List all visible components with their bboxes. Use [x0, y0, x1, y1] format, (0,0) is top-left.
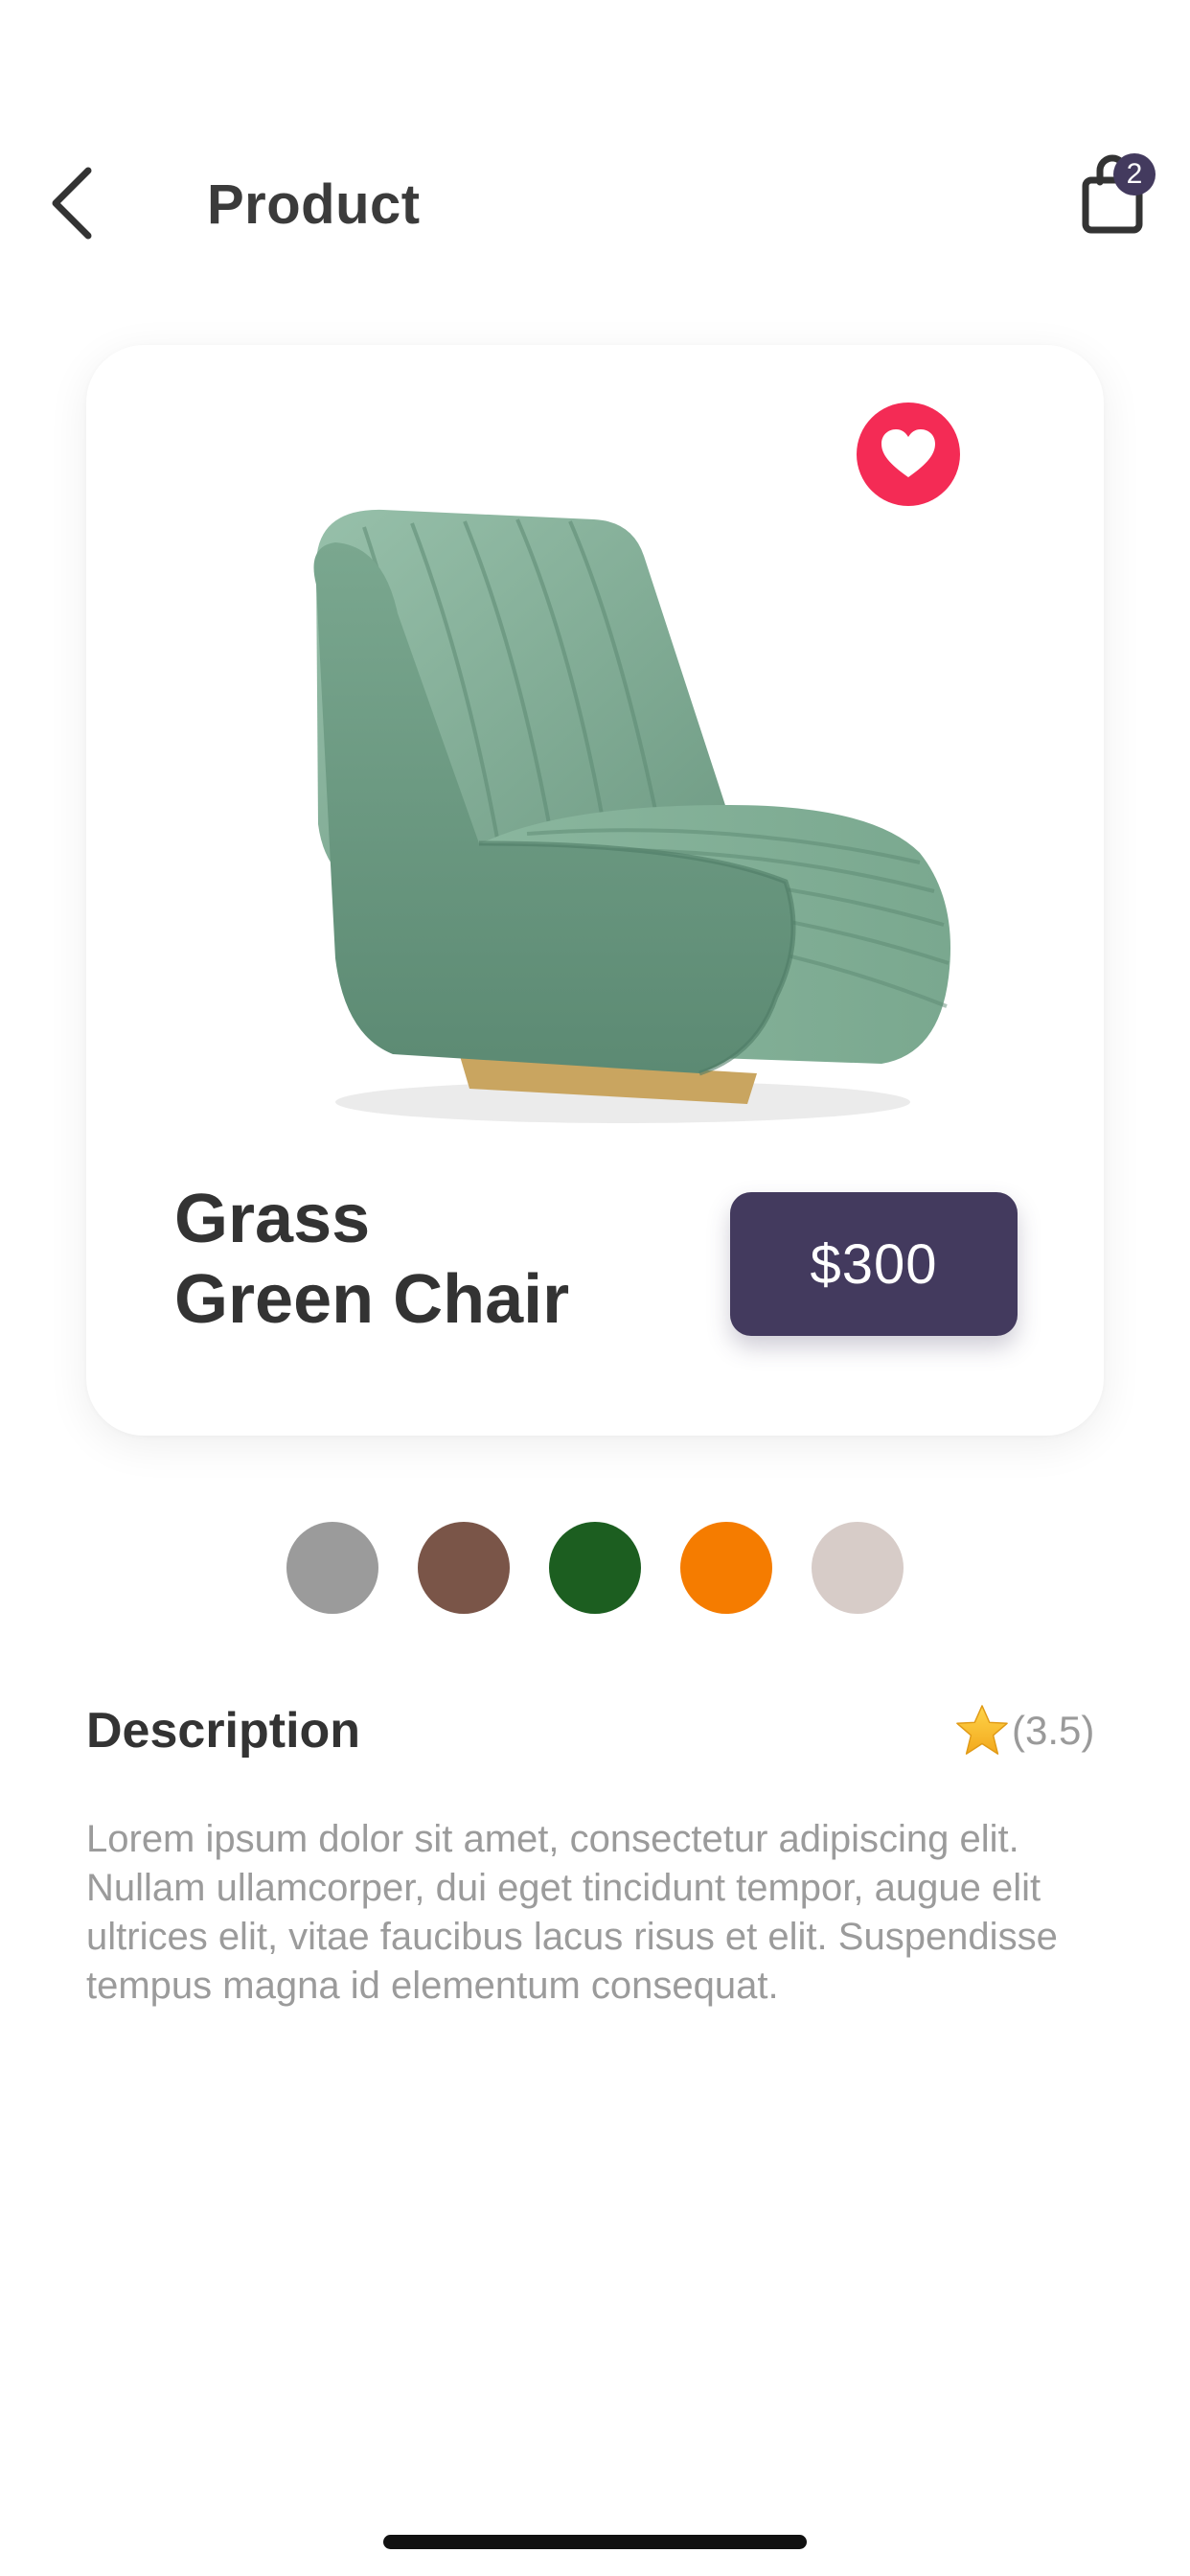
rating-value: (3.5)	[1012, 1708, 1095, 1753]
product-name: Grass Green Chair	[174, 1179, 711, 1340]
color-swatch-brown[interactable]	[418, 1522, 510, 1614]
favorite-button[interactable]	[857, 402, 960, 506]
price-button[interactable]: $300	[730, 1192, 1018, 1336]
rating: (3.5)	[954, 1702, 1094, 1760]
product-name-line1: Grass	[174, 1181, 371, 1257]
chevron-left-icon	[52, 167, 92, 240]
back-button[interactable]	[44, 165, 105, 242]
cart-count-badge: 2	[1113, 153, 1156, 196]
page-title: Product	[207, 173, 421, 236]
star-icon	[956, 1705, 1008, 1755]
color-swatch-beige[interactable]	[812, 1522, 904, 1614]
color-swatch-grey[interactable]	[286, 1522, 378, 1614]
product-card: Grass Green Chair $300	[86, 345, 1104, 1436]
description-text: Lorem ipsum dolor sit amet, consectetur …	[86, 1818, 1058, 2007]
description-title: Description	[86, 1703, 361, 1759]
home-indicator[interactable]	[383, 2535, 807, 2549]
product-name-line2: Green Chair	[174, 1261, 570, 1338]
app-header: Product 2	[0, 0, 1190, 307]
heart-icon	[881, 429, 935, 477]
color-options	[0, 1522, 1190, 1614]
color-swatch-green[interactable]	[549, 1522, 641, 1614]
color-swatch-orange[interactable]	[680, 1522, 772, 1614]
product-image	[313, 509, 950, 1123]
